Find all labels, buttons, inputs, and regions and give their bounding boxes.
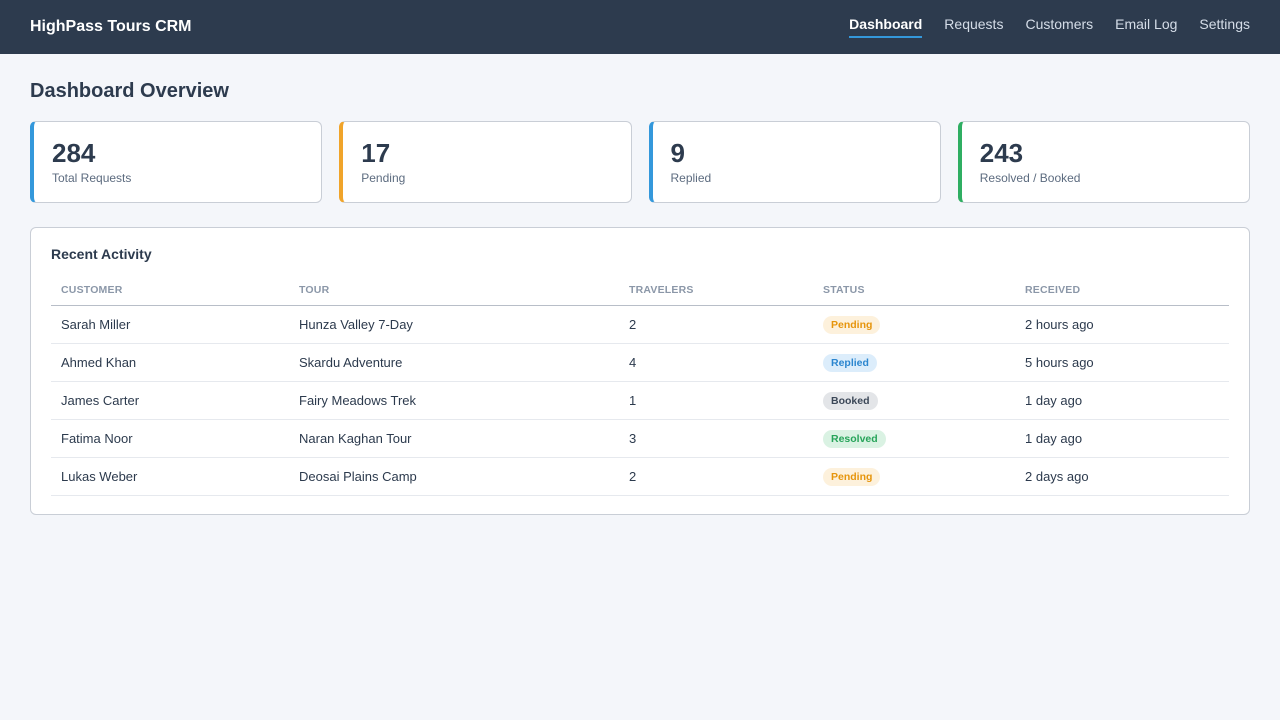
stat-value: 284 xyxy=(52,138,96,168)
column-header-tour: Tour xyxy=(289,284,619,306)
cell-travelers: 2 xyxy=(619,305,813,344)
stat-label: Total Requests xyxy=(52,171,132,185)
stat-card-resolved-booked: 243 Resolved / Booked xyxy=(957,121,1250,203)
cell-status: Pending xyxy=(813,457,1015,496)
nav-item-requests[interactable]: Requests xyxy=(944,16,1003,38)
cell-travelers: 4 xyxy=(619,343,813,382)
cell-tour: Deosai Plains Camp xyxy=(289,457,619,496)
status-badge: Pending xyxy=(823,467,881,486)
table-row[interactable]: Lukas Weber Deosai Plains Camp 2 Pending… xyxy=(51,457,1229,496)
status-badge: Replied xyxy=(823,353,877,372)
cell-received: 1 day ago xyxy=(1015,419,1229,458)
cell-tour: Skardu Adventure xyxy=(289,343,619,382)
stat-card-total-requests: 284 Total Requests xyxy=(30,121,323,203)
column-header-travelers: Travelers xyxy=(619,284,813,306)
cell-customer: Lukas Weber xyxy=(51,457,289,496)
page-title: Dashboard Overview xyxy=(30,80,229,102)
top-navbar: HighPass Tours CRM Dashboard Requests Cu… xyxy=(0,0,1280,54)
status-badge: Resolved xyxy=(823,429,886,448)
cell-tour: Fairy Meadows Trek xyxy=(289,381,619,420)
column-header-status: Status xyxy=(813,284,1015,306)
table-header-row: Customer Tour Travelers Status Received xyxy=(51,284,1229,306)
cell-status: Booked xyxy=(813,381,1015,420)
stat-card-pending: 17 Pending xyxy=(339,121,632,203)
cell-travelers: 2 xyxy=(619,457,813,496)
app-title[interactable]: HighPass Tours CRM xyxy=(30,18,192,36)
cell-received: 1 day ago xyxy=(1015,381,1229,420)
table-row[interactable]: James Carter Fairy Meadows Trek 1 Booked… xyxy=(51,381,1229,420)
cell-received: 2 days ago xyxy=(1015,457,1229,496)
cell-customer: Fatima Noor xyxy=(51,419,289,458)
stat-label: Pending xyxy=(361,171,406,185)
nav-item-settings[interactable]: Settings xyxy=(1199,16,1250,38)
stat-value: 9 xyxy=(670,138,685,168)
cell-tour: Naran Kaghan Tour xyxy=(289,419,619,458)
stat-value: 243 xyxy=(979,138,1024,168)
cell-travelers: 1 xyxy=(619,381,813,420)
cell-status: Replied xyxy=(813,343,1015,382)
stat-value: 17 xyxy=(361,138,391,168)
main-content: Dashboard Overview 284 Total Requests 17… xyxy=(0,54,1280,541)
panel-title: Recent Activity xyxy=(51,246,152,262)
cell-status: Resolved xyxy=(813,419,1015,458)
cell-travelers: 3 xyxy=(619,419,813,458)
column-header-customer: Customer xyxy=(51,284,289,306)
recent-activity-panel: Recent Activity Customer Tour Travelers … xyxy=(30,227,1250,515)
table-row[interactable]: Ahmed Khan Skardu Adventure 4 Replied 5 … xyxy=(51,343,1229,382)
stat-label: Resolved / Booked xyxy=(979,171,1081,185)
cell-status: Pending xyxy=(813,305,1015,344)
status-badge: Pending xyxy=(823,315,881,334)
cell-received: 5 hours ago xyxy=(1015,343,1229,382)
stats-row: 284 Total Requests 17 Pending 9 Replied … xyxy=(30,121,1250,203)
main-nav: Dashboard Requests Customers Email Log S… xyxy=(849,0,1250,54)
cell-customer: James Carter xyxy=(51,381,289,420)
stat-label: Replied xyxy=(670,171,712,185)
status-badge: Booked xyxy=(823,391,878,410)
cell-tour: Hunza Valley 7-Day xyxy=(289,305,619,344)
nav-item-customers[interactable]: Customers xyxy=(1025,16,1093,38)
table-row[interactable]: Sarah Miller Hunza Valley 7-Day 2 Pendin… xyxy=(51,305,1229,344)
table-row[interactable]: Fatima Noor Naran Kaghan Tour 3 Resolved… xyxy=(51,419,1229,458)
nav-item-dashboard[interactable]: Dashboard xyxy=(849,16,923,38)
cell-received: 2 hours ago xyxy=(1015,305,1229,344)
cell-customer: Sarah Miller xyxy=(51,305,289,344)
cell-customer: Ahmed Khan xyxy=(51,343,289,382)
activity-table: Customer Tour Travelers Status Received … xyxy=(51,284,1229,496)
stat-card-replied: 9 Replied xyxy=(648,121,941,203)
column-header-received: Received xyxy=(1015,284,1229,306)
nav-item-email-log[interactable]: Email Log xyxy=(1115,16,1177,38)
